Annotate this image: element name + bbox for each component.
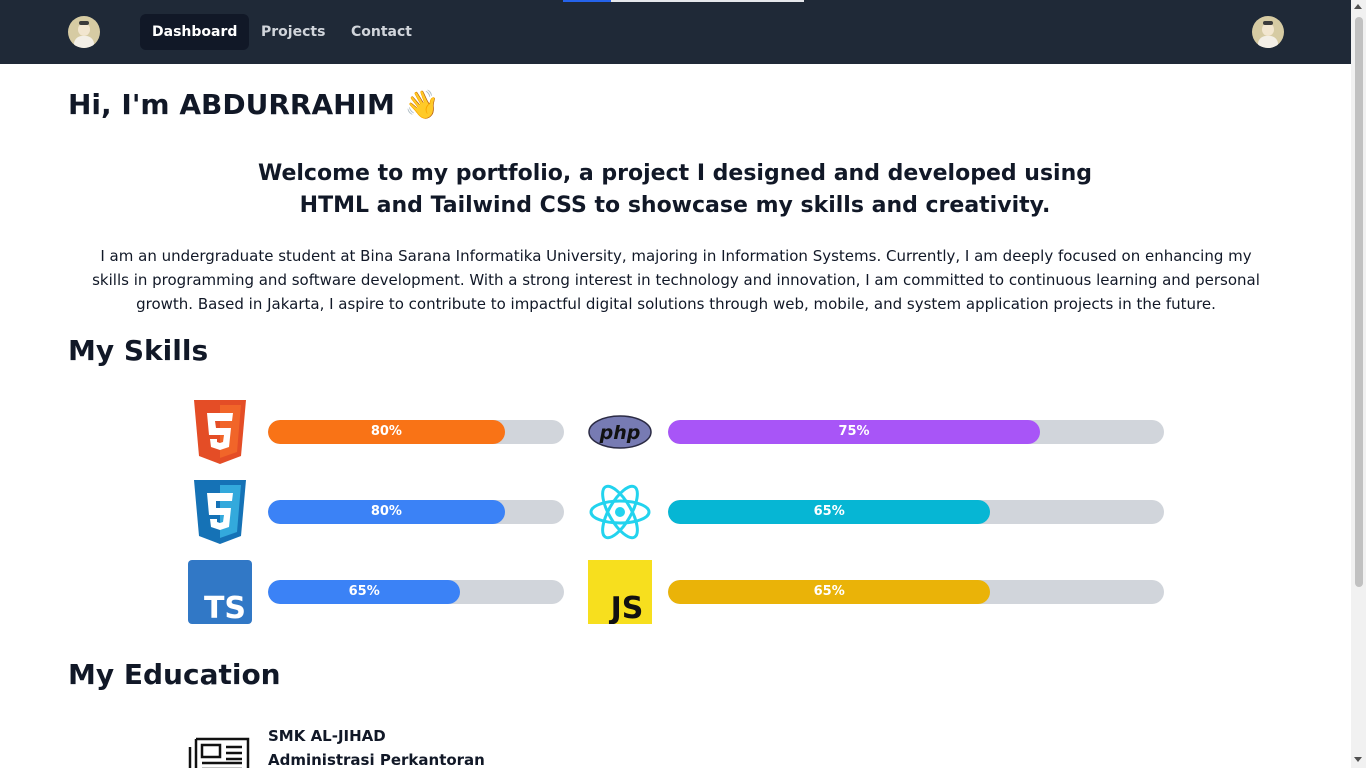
svg-text:JS: JS [609,591,644,624]
css3-icon [188,480,252,544]
html-skill-fill: 80% [268,420,505,444]
html-skill-bar: 80% [268,420,564,444]
typescript-skill-fill: 65% [268,580,461,604]
nav-contact[interactable]: Contact [339,14,424,50]
javascript-skill-bar: 65% [668,580,1164,604]
javascript-icon: JS [588,560,652,626]
react-skill-bar: 65% [668,500,1164,524]
education-title: My Education [68,658,281,691]
svg-text:TS: TS [204,591,246,624]
nav-projects[interactable]: Projects [249,14,337,50]
welcome-line-1: Welcome to my portfolio, a project I des… [257,161,1092,186]
waving-hand-icon: 👋 [404,88,440,121]
php-icon: php [588,400,652,464]
user-avatar[interactable] [1252,16,1284,48]
php-skill-fill: 75% [668,420,1040,444]
svg-text:php: php [599,422,641,444]
page-title: Hi, I'm ABDURRAHIM 👋 [68,88,440,121]
scroll-up-icon[interactable] [1354,4,1362,9]
css-skill-fill: 80% [268,500,505,524]
welcome-heading: Welcome to my portfolio, a project I des… [200,158,1150,222]
javascript-skill-fill: 65% [668,580,991,604]
logo-avatar[interactable] [68,16,100,48]
css-skill-bar: 80% [268,500,564,524]
nav-dashboard[interactable]: Dashboard [140,14,250,50]
typescript-icon: TS [188,560,252,626]
welcome-line-2: HTML and Tailwind CSS to showcase my ski… [299,193,1051,218]
page-scrollbar[interactable] [1351,0,1366,768]
about-paragraph: I am an undergraduate student at Bina Sa… [92,247,1260,313]
php-skill-bar: 75% [668,420,1164,444]
react-skill-fill: 65% [668,500,991,524]
education-school: SMK AL-JIHAD [268,727,386,745]
navbar: Dashboard Projects Contact [0,0,1351,64]
newspaper-icon [188,733,252,768]
react-icon [588,480,652,544]
education-major: Administrasi Perkantoran [268,751,485,768]
typescript-skill-bar: 65% [268,580,564,604]
html5-icon [188,400,252,464]
scroll-down-icon[interactable] [1354,757,1362,762]
loading-bar [563,0,804,2]
greeting-text: Hi, I'm ABDURRAHIM [68,88,395,121]
skills-title: My Skills [68,334,209,367]
scrollbar-thumb[interactable] [1355,17,1363,587]
